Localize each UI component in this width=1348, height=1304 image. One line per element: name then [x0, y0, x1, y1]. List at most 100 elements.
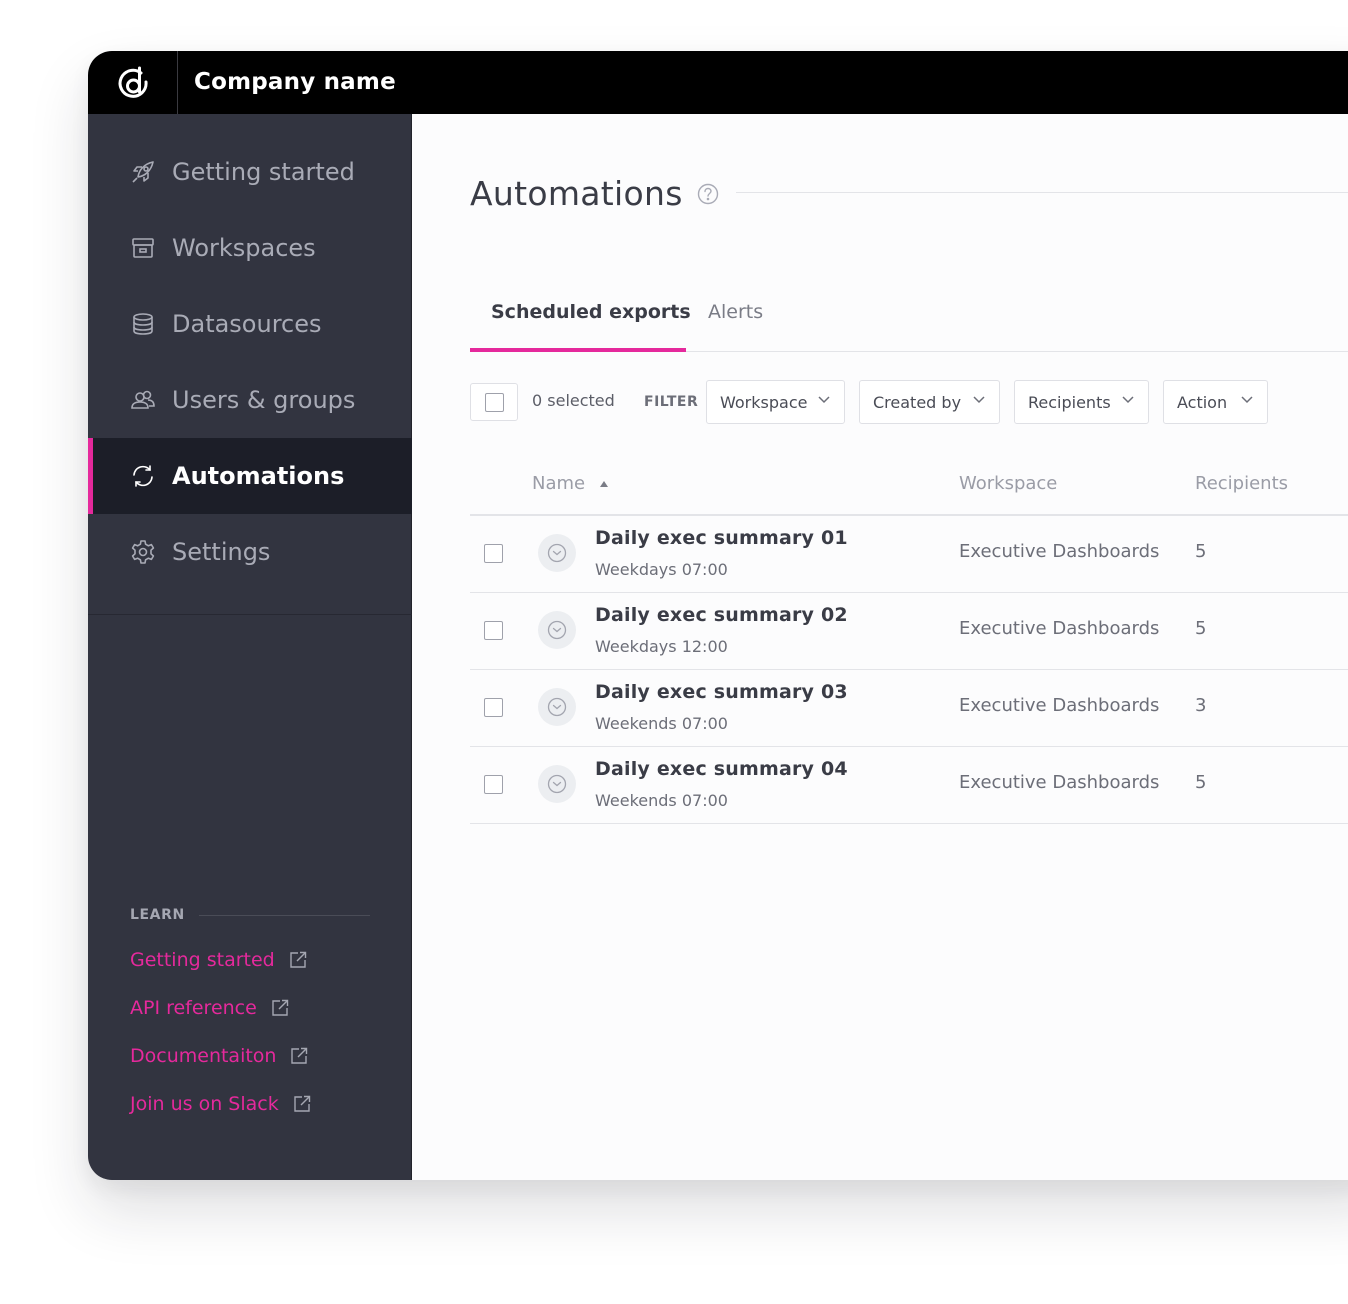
brand-logo-icon	[118, 66, 148, 98]
recipients-filter-dropdown[interactable]: Recipients	[1014, 380, 1149, 424]
clock-icon	[547, 543, 567, 563]
automation-recipients: 5	[1195, 541, 1207, 562]
automation-schedule: Weekends 07:00	[595, 791, 728, 810]
automation-workspace: Executive Dashboards	[959, 618, 1160, 639]
learn-link-getting-started[interactable]: Getting started	[130, 949, 370, 971]
chevron-down-icon	[1241, 396, 1253, 404]
table-body: Daily exec summary 01 Weekdays 07:00 Exe…	[470, 516, 1348, 824]
filter-label: FILTER	[644, 394, 699, 410]
sidebar-item-label: Settings	[172, 538, 271, 566]
row-checkbox[interactable]	[484, 698, 503, 717]
dropdown-label: Recipients	[1028, 392, 1111, 412]
sidebar-item-users-groups[interactable]: Users & groups	[88, 362, 412, 438]
learn-link-label: Join us on Slack	[130, 1093, 279, 1115]
clock-icon	[547, 620, 567, 640]
created-by-filter-dropdown[interactable]: Created by	[859, 380, 1000, 424]
table-row[interactable]: Daily exec summary 04 Weekends 07:00 Exe…	[470, 747, 1348, 824]
automation-name[interactable]: Daily exec summary 04	[595, 758, 848, 780]
external-link-icon	[272, 999, 289, 1016]
automation-schedule: Weekdays 07:00	[595, 560, 728, 579]
sidebar: Getting started Workspaces Datasources U…	[88, 114, 412, 1180]
brand-logo[interactable]	[88, 51, 178, 114]
refresh-icon	[133, 465, 153, 487]
sidebar-item-label: Datasources	[172, 310, 322, 338]
page-header: Automations	[470, 174, 719, 213]
dropdown-label: Workspace	[720, 392, 808, 412]
chevron-down-icon	[818, 396, 830, 404]
company-name: Company name	[194, 69, 396, 95]
learn-link-label: API reference	[130, 997, 257, 1019]
sidebar-item-settings[interactable]: Settings	[88, 514, 412, 590]
tab-alerts[interactable]: Alerts	[708, 284, 763, 352]
clock-icon	[547, 774, 567, 794]
main-content: Automations Scheduled exports Alerts 0 s…	[413, 114, 1348, 1180]
select-all-checkbox[interactable]	[470, 383, 518, 421]
schedule-badge	[538, 765, 576, 803]
learn-link-documentation[interactable]: Documentaiton	[130, 1045, 370, 1067]
help-circle-icon[interactable]	[697, 183, 719, 205]
row-checkbox[interactable]	[484, 621, 503, 640]
external-link-icon	[290, 951, 306, 968]
active-tab-indicator	[470, 348, 686, 352]
sidebar-item-automations[interactable]: Automations	[88, 438, 412, 514]
sidebar-nav: Getting started Workspaces Datasources U…	[88, 134, 412, 590]
table-row[interactable]: Daily exec summary 02 Weekdays 12:00 Exe…	[470, 593, 1348, 670]
filter-bar: 0 selected FILTER Workspace Created by R…	[470, 380, 1348, 424]
clock-icon	[547, 697, 567, 717]
automation-name[interactable]: Daily exec summary 03	[595, 681, 848, 703]
dropdown-label: Created by	[873, 392, 962, 412]
learn-heading: LEARN	[130, 907, 370, 923]
tab-scheduled-exports[interactable]: Scheduled exports	[491, 284, 691, 352]
automation-workspace: Executive Dashboards	[959, 772, 1160, 793]
learn-link-label: Getting started	[130, 949, 275, 971]
checkbox-box	[485, 393, 504, 412]
column-header-workspace[interactable]: Workspace	[959, 458, 1057, 510]
automation-workspace: Executive Dashboards	[959, 695, 1160, 716]
automation-schedule: Weekends 07:00	[595, 714, 728, 733]
row-checkbox[interactable]	[484, 775, 503, 794]
automation-workspace: Executive Dashboards	[959, 541, 1160, 562]
users-icon	[131, 390, 155, 409]
page-title: Automations	[470, 174, 683, 213]
learn-heading-divider	[198, 914, 370, 916]
chevron-down-icon	[973, 396, 985, 404]
schedule-badge	[538, 688, 576, 726]
sidebar-item-getting-started[interactable]: Getting started	[88, 134, 412, 210]
learn-link-api-reference[interactable]: API reference	[130, 997, 370, 1019]
automation-recipients: 5	[1195, 772, 1207, 793]
sidebar-item-workspaces[interactable]: Workspaces	[88, 210, 412, 286]
column-header-recipients[interactable]: Recipients	[1195, 458, 1288, 510]
chevron-down-icon	[1122, 396, 1134, 404]
sort-ascending-icon	[599, 481, 608, 487]
action-filter-dropdown[interactable]: Action	[1163, 380, 1268, 424]
automation-name[interactable]: Daily exec summary 02	[595, 604, 848, 626]
app-window: Company name Getting started Workspaces …	[88, 51, 1348, 1180]
dropdown-label: Action	[1177, 392, 1228, 412]
row-checkbox[interactable]	[484, 544, 503, 563]
sidebar-item-label: Users & groups	[172, 386, 356, 414]
column-header-name[interactable]: Name	[532, 458, 609, 510]
automation-recipients: 3	[1195, 695, 1207, 716]
learn-link-slack[interactable]: Join us on Slack	[130, 1093, 370, 1115]
automation-schedule: Weekdays 12:00	[595, 637, 728, 656]
selected-count: 0 selected	[532, 391, 615, 410]
automation-name[interactable]: Daily exec summary 01	[595, 527, 848, 549]
external-link-icon	[294, 1095, 310, 1112]
sidebar-item-datasources[interactable]: Datasources	[88, 286, 412, 362]
tab-bar: Scheduled exports Alerts	[470, 284, 1348, 352]
sidebar-item-label: Getting started	[172, 158, 355, 186]
external-link-icon	[291, 1047, 308, 1064]
schedule-badge	[538, 611, 576, 649]
table-row[interactable]: Daily exec summary 01 Weekdays 07:00 Exe…	[470, 516, 1348, 593]
learn-section: LEARN Getting started API reference Docu…	[130, 907, 370, 1115]
schedule-badge	[538, 534, 576, 572]
table-header: Name Workspace Recipients	[470, 458, 1348, 516]
sidebar-divider	[88, 614, 412, 615]
rocket-icon	[132, 161, 154, 183]
learn-heading-label: LEARN	[130, 907, 185, 923]
sidebar-item-label: Automations	[172, 462, 345, 490]
archive-box-icon	[132, 238, 154, 258]
workspace-filter-dropdown[interactable]: Workspace	[706, 380, 845, 424]
table-row[interactable]: Daily exec summary 03 Weekends 07:00 Exe…	[470, 670, 1348, 747]
column-header-label: Name	[532, 473, 586, 494]
